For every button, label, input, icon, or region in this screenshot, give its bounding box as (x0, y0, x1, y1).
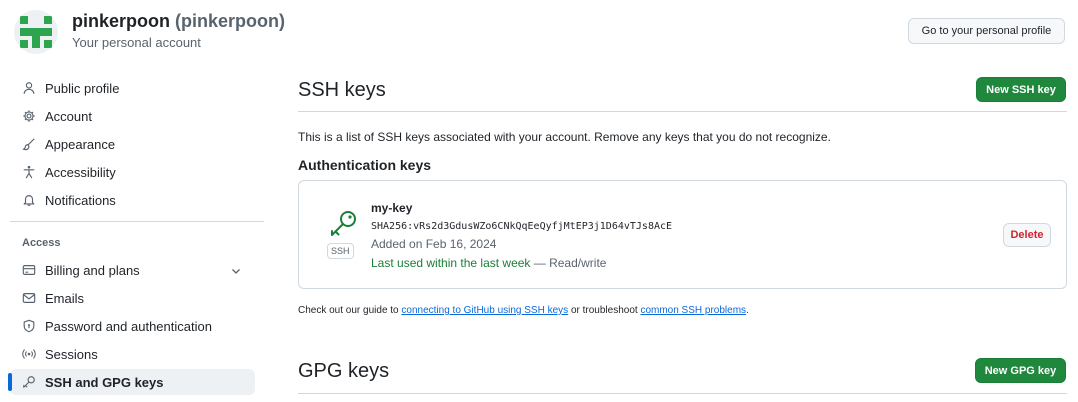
account-title[interactable]: pinkerpoon (pinkerpoon) (72, 11, 285, 32)
sidebar-item-sessions[interactable]: Sessions (10, 341, 255, 367)
ssh-keys-title: SSH keys (298, 79, 386, 101)
gear-icon (22, 109, 36, 123)
shield-lock-icon (22, 319, 36, 333)
new-gpg-key-button[interactable]: New GPG key (975, 358, 1066, 383)
sidebar-item-public-profile[interactable]: Public profile (10, 75, 255, 101)
sidebar-item-label: Password and authentication (45, 318, 212, 334)
sidebar-item-label: Sessions (45, 346, 98, 362)
guide-suffix: . (746, 305, 749, 316)
key-last-used-text: Last used within the last week (371, 256, 531, 270)
sidebar-item-label: Public profile (45, 80, 120, 96)
delete-key-button[interactable]: Delete (1003, 223, 1051, 247)
sidebar-item-label: SSH and GPG keys (45, 374, 164, 390)
go-to-profile-button[interactable]: Go to your personal profile (908, 18, 1065, 44)
sidebar-item-account[interactable]: Account (10, 103, 255, 129)
ssh-type-badge: SSH (327, 243, 354, 259)
account-subtitle: Your personal account (72, 35, 201, 50)
key-name: my-key (371, 201, 413, 215)
ssh-key-item: SSH my-key SHA256:vRs2d3GdusWZo6CNkQqEeQ… (298, 180, 1067, 289)
key-icon (329, 209, 359, 239)
sidebar-item-label: Emails (45, 290, 85, 306)
ssh-problems-link[interactable]: common SSH problems (640, 305, 746, 316)
guide-prefix: Check out our guide to (298, 305, 402, 316)
sidebar-item-label: Accessibility (45, 164, 116, 180)
gpg-title-divider (298, 393, 1067, 394)
key-added-date: Added on Feb 16, 2024 (371, 237, 497, 251)
ssh-description: This is a list of SSH keys associated wi… (298, 130, 831, 144)
chevron-down-icon[interactable] (231, 264, 241, 279)
sidebar-item-label: Appearance (45, 136, 116, 152)
ssh-title-divider (298, 111, 1067, 112)
broadcast-icon (22, 347, 36, 361)
sidebar-item-label: Billing and plans (45, 262, 140, 278)
avatar[interactable] (14, 10, 58, 54)
sidebar-item-label: Notifications (45, 192, 116, 208)
guide-middle: or troubleshoot (568, 305, 641, 316)
key-access-level: — Read/write (530, 256, 607, 270)
sidebar-item-ssh-gpg-keys[interactable]: SSH and GPG keys (8, 369, 255, 395)
key-last-used: Last used within the last week — Read/wr… (371, 256, 606, 270)
active-indicator (8, 373, 12, 391)
ssh-guide-text: Check out our guide to connecting to Git… (298, 305, 749, 316)
person-icon (22, 81, 36, 95)
sidebar-item-appearance[interactable]: Appearance (10, 131, 255, 157)
account-name[interactable]: pinkerpoon (72, 11, 170, 31)
key-fingerprint: SHA256:vRs2d3GdusWZo6CNkQqEeQyfjMtEP3j1D… (371, 221, 673, 232)
ssh-connect-guide-link[interactable]: connecting to GitHub using SSH keys (401, 305, 568, 316)
authentication-keys-heading: Authentication keys (298, 157, 432, 173)
sidebar-divider (10, 221, 264, 222)
sidebar-item-label: Account (45, 108, 92, 124)
account-handle: (pinkerpoon) (175, 11, 286, 31)
paintbrush-icon (22, 137, 36, 151)
sidebar-heading-access: Access (22, 237, 61, 249)
sidebar-item-emails[interactable]: Emails (10, 285, 255, 311)
sidebar-item-accessibility[interactable]: Accessibility (10, 159, 255, 185)
gpg-keys-title: GPG keys (298, 360, 390, 382)
new-ssh-key-button[interactable]: New SSH key (976, 77, 1066, 102)
key-icon (22, 375, 36, 389)
sidebar-item-notifications[interactable]: Notifications (10, 187, 255, 213)
sidebar-item-billing[interactable]: Billing and plans (10, 257, 255, 283)
bell-icon (22, 193, 36, 207)
mail-icon (22, 291, 36, 305)
sidebar-item-password-auth[interactable]: Password and authentication (10, 313, 255, 339)
accessibility-icon (22, 165, 36, 179)
credit-card-icon (22, 263, 36, 277)
